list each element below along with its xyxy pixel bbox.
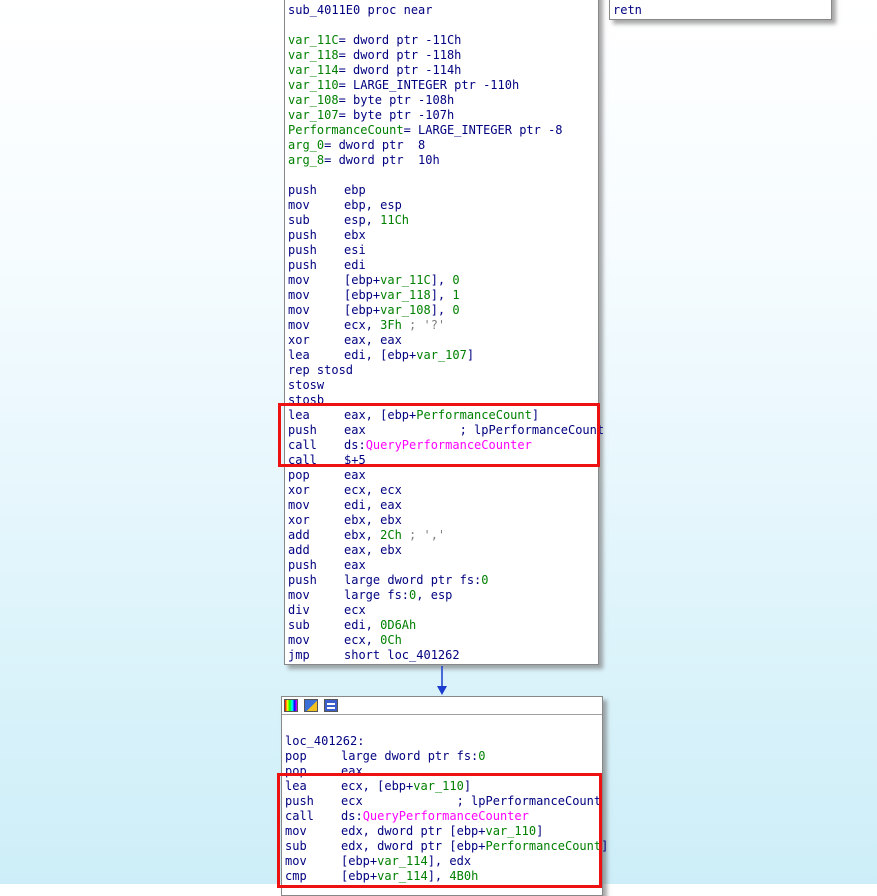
highlight-second-query-performance-counter [277, 773, 602, 888]
edge-arrowhead [437, 686, 447, 695]
highlight-first-query-performance-counter [278, 403, 600, 467]
